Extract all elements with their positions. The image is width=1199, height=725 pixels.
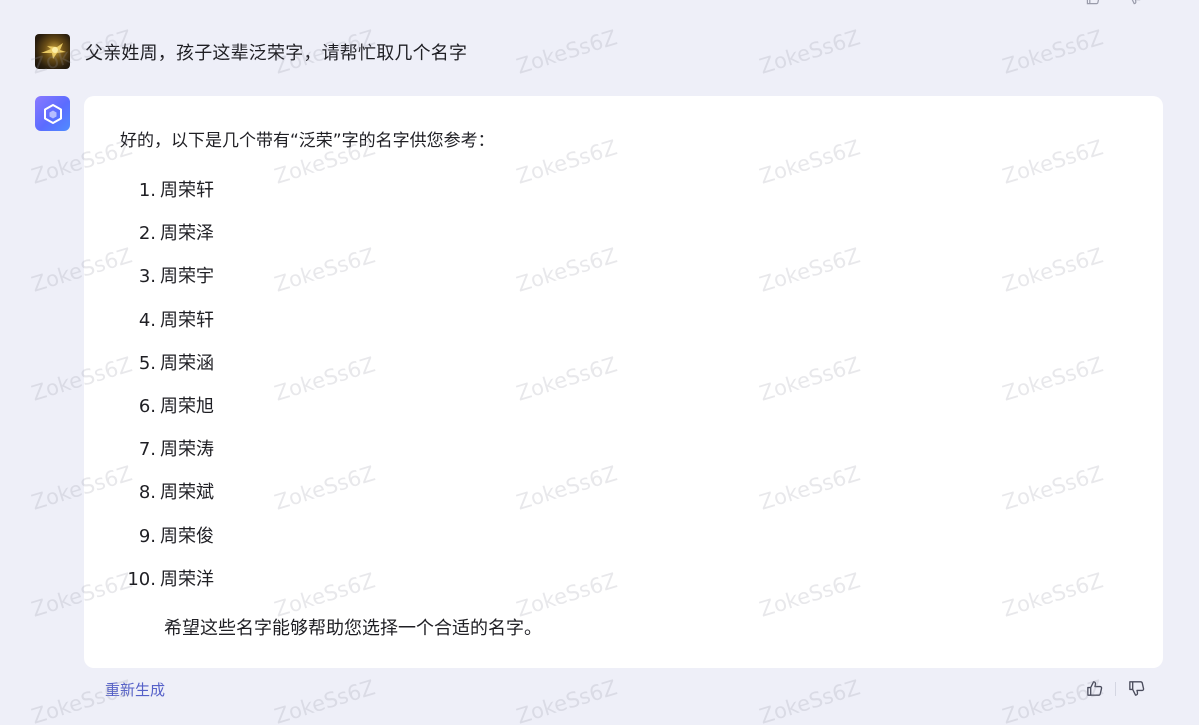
dragon-emblem-icon xyxy=(41,43,66,59)
cube-logo-icon xyxy=(43,103,62,124)
list-number: 7. xyxy=(138,439,156,461)
list-number: 10. xyxy=(127,568,156,590)
list-number: 6. xyxy=(138,395,156,417)
list-name: 周荣斌 xyxy=(160,482,214,504)
feedback-divider xyxy=(1115,681,1116,696)
list-item: 4. 周荣轩 xyxy=(120,309,214,352)
watermark-text: ZokeSs6Z xyxy=(513,25,620,79)
list-number: 2. xyxy=(138,223,156,245)
watermark-text: ZokeSs6Z xyxy=(756,675,863,725)
answer-closing: 希望这些名字能够帮助您选择一个合适的名字。 xyxy=(164,618,542,639)
watermark-text: ZokeSs6Z xyxy=(271,675,378,725)
answer-intro: 好的，以下是几个带有“泛荣”字的名字供您参考： xyxy=(120,131,495,151)
list-item: 1. 周荣轩 xyxy=(120,179,214,222)
regenerate-button[interactable]: 重新生成 xyxy=(105,679,165,700)
assistant-answer-card: 好的，以下是几个带有“泛荣”字的名字供您参考： 1. 周荣轩 2. 周荣泽 3. 周荣… xyxy=(84,96,1163,668)
list-name: 周荣轩 xyxy=(160,180,214,201)
list-name: 周荣宇 xyxy=(160,266,214,288)
user-message-text: 父亲姓周，孩子这辈泛荣字，请帮忙取几个名字 xyxy=(85,42,468,64)
thumbs-down-icon[interactable] xyxy=(1127,679,1146,698)
list-item: 2. 周荣泽 xyxy=(120,222,214,265)
list-item: 5. 周荣涵 xyxy=(120,352,214,395)
previous-message-actions xyxy=(1085,0,1143,6)
feedback-actions xyxy=(1085,679,1146,698)
user-avatar xyxy=(35,34,70,69)
list-number: 4. xyxy=(138,309,156,331)
list-name: 周荣涵 xyxy=(160,352,214,374)
list-item: 7. 周荣涛 xyxy=(120,438,214,481)
thumbs-up-icon[interactable] xyxy=(1085,679,1104,698)
watermark-text: ZokeSs6Z xyxy=(999,25,1106,79)
assistant-avatar xyxy=(35,96,70,131)
watermark-text: ZokeSs6Z xyxy=(513,675,620,725)
list-number: 9. xyxy=(138,525,156,547)
list-item: 6. 周荣旭 xyxy=(120,395,214,438)
list-number: 5. xyxy=(138,352,156,374)
list-number: 1. xyxy=(138,180,156,201)
name-list: 1. 周荣轩 2. 周荣泽 3. 周荣宇 4. 周荣轩 5. 周荣涵 6. 周荣旭 7. 周荣… xyxy=(120,179,214,611)
list-name: 周荣洋 xyxy=(160,568,214,590)
list-name: 周荣俊 xyxy=(160,525,214,547)
list-item: 3. 周荣宇 xyxy=(120,265,214,308)
list-number: 3. xyxy=(138,266,156,288)
watermark-text: ZokeSs6Z xyxy=(756,25,863,79)
list-number: 8. xyxy=(138,482,156,504)
list-name: 周荣涛 xyxy=(160,439,214,461)
list-item: 10. 周荣洋 xyxy=(120,568,214,611)
list-name: 周荣轩 xyxy=(160,309,214,331)
thumbs-up-icon[interactable] xyxy=(1085,0,1101,6)
list-item: 8. 周荣斌 xyxy=(120,481,214,524)
list-name: 周荣旭 xyxy=(160,395,214,417)
user-message-row: 父亲姓周，孩子这辈泛荣字，请帮忙取几个名字 xyxy=(35,34,467,69)
thumbs-down-icon[interactable] xyxy=(1127,0,1143,6)
list-name: 周荣泽 xyxy=(160,223,214,245)
list-item: 9. 周荣俊 xyxy=(120,525,214,568)
